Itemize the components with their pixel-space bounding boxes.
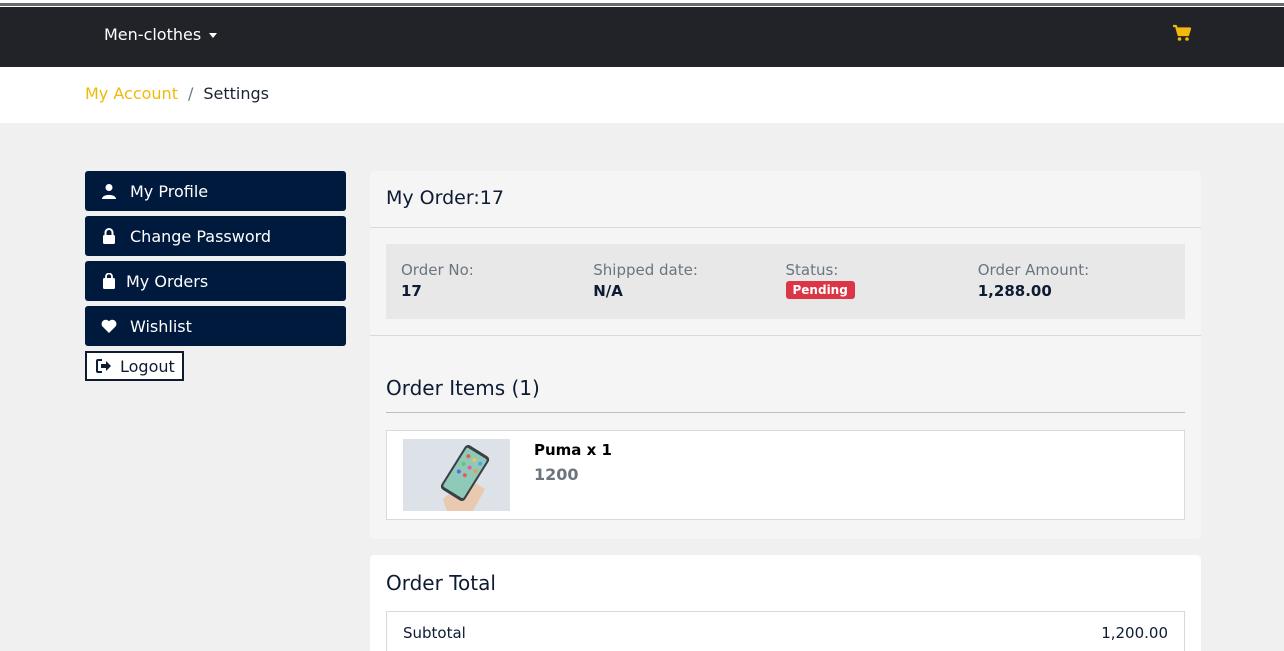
shipped-date-label: Shipped date:: [593, 261, 698, 279]
heart-icon: [100, 317, 118, 335]
order-card: My Order:17 Order No: 17 Shipped date: N…: [370, 171, 1201, 539]
sidebar-item-my-profile[interactable]: My Profile: [85, 171, 346, 211]
breadcrumb-bar: My Account / Settings: [0, 67, 1284, 123]
divider: [370, 335, 1201, 336]
account-sidebar: My Profile Change Password My Orders Wis…: [85, 171, 346, 381]
lock-icon: [100, 227, 118, 245]
order-amount-value: 1,288.00: [977, 282, 1052, 300]
item-price: 1200: [534, 465, 579, 484]
caret-down-icon: [209, 33, 218, 38]
order-amount-label: Order Amount:: [977, 261, 1090, 279]
order-summary: Order No: 17 Shipped date: N/A Status: P…: [386, 244, 1185, 319]
breadcrumb-current: Settings: [203, 84, 269, 103]
order-total-title: Order Total: [386, 571, 496, 595]
subtotal-row: Subtotal 1,200.00: [386, 611, 1185, 651]
sidebar-item-label: My Profile: [130, 181, 209, 201]
breadcrumb: My Account / Settings: [85, 84, 269, 103]
order-no-value: 17: [401, 282, 422, 300]
sidebar-item-label: My Orders: [126, 271, 209, 291]
shipped-date-field: Shipped date: N/A: [593, 261, 785, 302]
breadcrumb-my-account[interactable]: My Account: [85, 84, 178, 103]
order-total-card: Order Total Subtotal 1,200.00: [370, 555, 1201, 651]
sidebar-item-my-orders[interactable]: My Orders: [85, 261, 346, 301]
order-items-title: Order Items (1): [386, 376, 1185, 413]
status-label: Status:: [785, 261, 839, 279]
shopping-bag-icon: [100, 272, 118, 290]
sidebar-item-label: Change Password: [130, 226, 272, 246]
sign-out-icon: [96, 359, 112, 373]
cart-icon[interactable]: [1172, 24, 1192, 42]
subtotal-label: Subtotal: [403, 624, 466, 642]
order-title: My Order:17: [370, 171, 1201, 228]
sidebar-item-label: Wishlist: [130, 316, 192, 336]
status-badge: Pending: [785, 281, 855, 299]
logout-label: Logout: [120, 356, 175, 376]
status-field: Status: Pending: [785, 261, 978, 302]
order-no-field: Order No: 17: [401, 261, 593, 302]
breadcrumb-separator: /: [187, 84, 194, 103]
sidebar-item-wishlist[interactable]: Wishlist: [85, 306, 346, 346]
top-border: [0, 0, 1284, 7]
order-no-label: Order No:: [401, 261, 474, 279]
order-amount-field: Order Amount: 1,288.00: [978, 261, 1170, 302]
men-clothes-dropdown[interactable]: Men-clothes: [104, 25, 218, 44]
navbar: Men-clothes: [0, 7, 1284, 67]
sidebar-item-change-password[interactable]: Change Password: [85, 216, 346, 256]
list-item[interactable]: Puma x 1 1200: [386, 430, 1185, 520]
logout-button[interactable]: Logout: [85, 351, 184, 381]
user-icon: [100, 182, 118, 200]
subtotal-value: 1,200.00: [1101, 624, 1168, 642]
dropdown-label: Men-clothes: [104, 25, 202, 44]
item-name: Puma x 1: [534, 441, 612, 459]
product-image[interactable]: [403, 439, 510, 511]
shipped-date-value: N/A: [593, 282, 623, 300]
